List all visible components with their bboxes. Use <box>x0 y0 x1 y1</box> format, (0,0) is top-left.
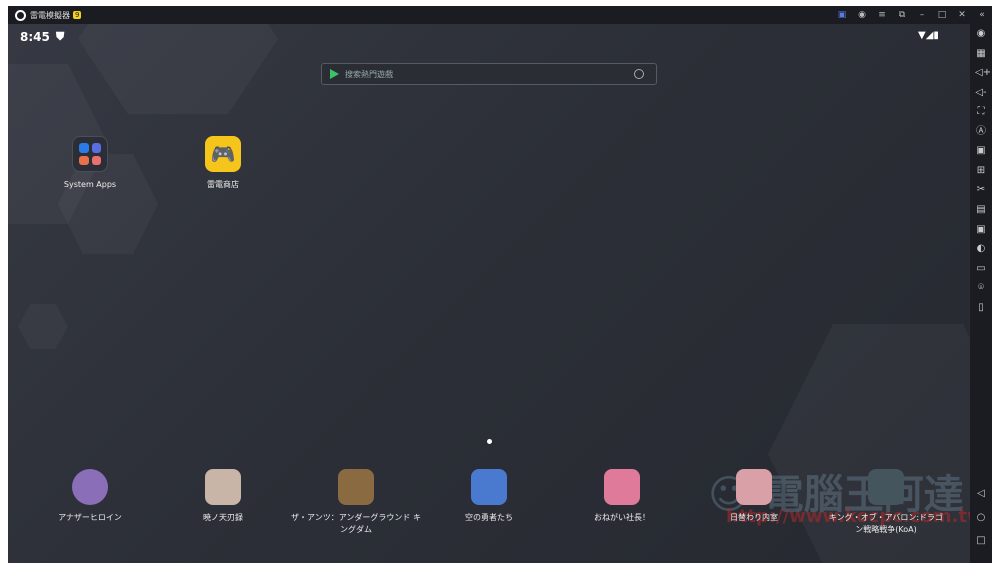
dock-app[interactable]: おねがい社長！ <box>567 469 677 524</box>
search-placeholder: 搜索熱門遊戲 <box>345 69 393 79</box>
back-icon[interactable]: ◁ <box>975 488 987 500</box>
recents-icon[interactable]: □ <box>975 535 987 547</box>
maximize-icon[interactable]: □ <box>932 10 952 20</box>
fullscreen-icon[interactable]: ⛶ <box>975 106 987 118</box>
account-icon[interactable]: ◉ <box>852 10 872 20</box>
search-bar[interactable]: 搜索熱門遊戲 <box>321 63 657 85</box>
shield-icon: ⛊ <box>56 30 65 43</box>
dock-app[interactable]: アナザーヒロイン <box>35 469 145 524</box>
emulator-window: 雷電模擬器 9 ▣ ◉ ≡ ⧉ – □ ✕ « 8:45 ⛊ ▼◢▮ 搜索熱門遊… <box>8 6 992 563</box>
page-indicator <box>487 439 492 444</box>
auto-click-icon[interactable]: Ⓐ <box>975 126 987 138</box>
collapse-icon[interactable]: « <box>972 10 992 20</box>
keyboard-icon[interactable]: ▦ <box>975 48 987 60</box>
app-label: System Apps <box>63 180 117 189</box>
version-badge: 9 <box>73 11 82 19</box>
install-apk-icon[interactable]: ⊞ <box>975 165 987 177</box>
status-time: 8:45 <box>20 30 50 44</box>
shake-icon[interactable]: ▯ <box>975 302 987 314</box>
app-logo-icon <box>15 9 26 21</box>
folder-icon <box>72 136 108 172</box>
dock-app[interactable]: 暁ノ天刃録 <box>168 469 278 524</box>
play-store-icon <box>330 69 339 79</box>
dock-app[interactable]: キング・オブ・アバロン:ドラゴン戦略戦争(KoA) <box>816 469 956 536</box>
search-icon[interactable] <box>634 69 644 79</box>
dock-app[interactable]: ザ・アンツ：アンダーグラウンド キングダム <box>286 469 426 536</box>
app-system-apps[interactable]: System Apps <box>35 136 145 191</box>
menu-icon[interactable]: ≡ <box>872 10 892 20</box>
gamepad-store-icon: 🎮 <box>205 136 241 172</box>
dock-app[interactable]: 日替わり内室 <box>699 469 809 524</box>
folder-icon[interactable]: ▭ <box>975 263 987 275</box>
app-ld-store[interactable]: 🎮 雷電商店 <box>168 136 278 191</box>
record-icon[interactable]: ▤ <box>975 204 987 216</box>
rotate-icon[interactable]: ◐ <box>975 243 987 255</box>
dock-app[interactable]: 空の勇者たち <box>434 469 544 524</box>
settings-icon[interactable]: ◉ <box>975 28 987 40</box>
home-icon[interactable]: ○ <box>975 512 987 524</box>
android-home-screen: 8:45 ⛊ ▼◢▮ 搜索熱門遊戲 System Apps 🎮 雷電商店 ☺ 電… <box>8 24 970 563</box>
location-icon[interactable]: ⌾ <box>975 282 987 294</box>
right-toolbar: ◉ ▦ ◁+ ◁- ⛶ Ⓐ ▣ ⊞ ✂ ▤ ▣ ◐ ▭ ⌾ ▯ ◁ ○ □ <box>970 24 992 563</box>
scissors-icon[interactable]: ✂ <box>975 184 987 196</box>
wifi-signal-battery-icon: ▼◢▮ <box>918 30 939 41</box>
minimize-icon[interactable]: – <box>912 10 932 20</box>
title-bar: 雷電模擬器 9 ▣ ◉ ≡ ⧉ – □ ✕ « <box>8 6 992 24</box>
volume-up-icon[interactable]: ◁+ <box>975 67 991 79</box>
screenshot-icon[interactable]: ▣ <box>975 145 987 157</box>
operations-icon[interactable]: ▣ <box>975 224 987 236</box>
volume-down-icon[interactable]: ◁- <box>975 87 987 99</box>
app-title: 雷電模擬器 <box>30 10 70 20</box>
close-icon[interactable]: ✕ <box>952 10 972 20</box>
app-label: 雷電商店 <box>207 180 239 189</box>
gamepad-icon[interactable]: ▣ <box>832 10 852 20</box>
resize-icon[interactable]: ⧉ <box>892 10 912 20</box>
